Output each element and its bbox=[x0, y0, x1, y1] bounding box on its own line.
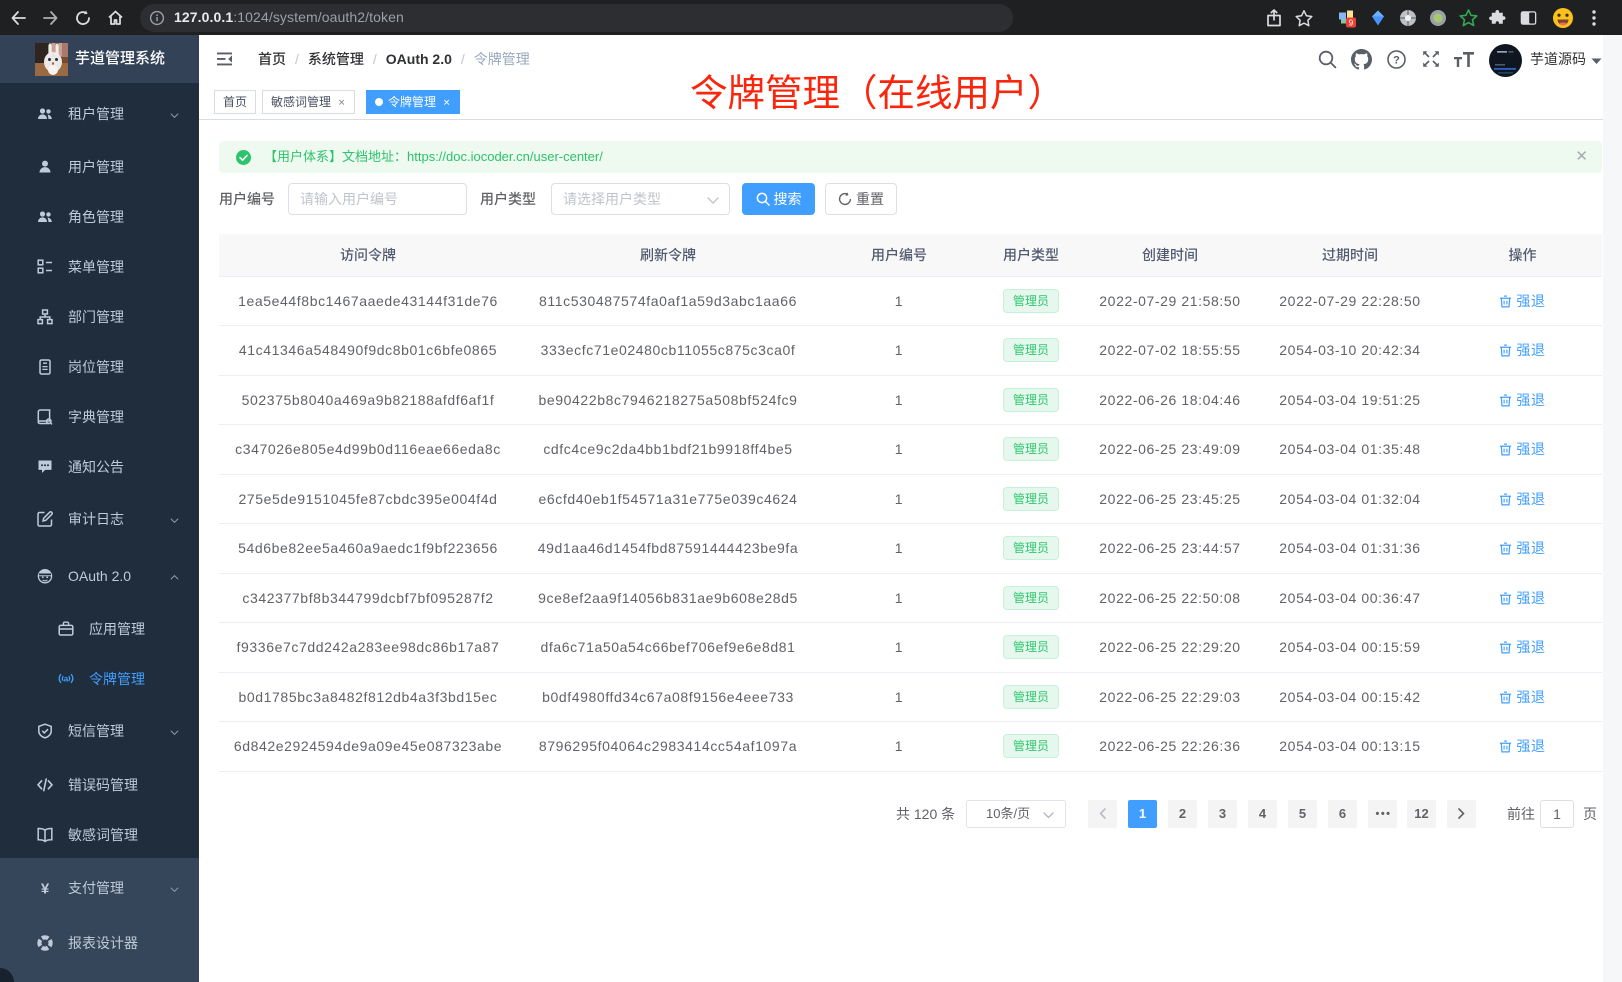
svg-text:?: ? bbox=[1393, 54, 1400, 66]
svg-text:a: a bbox=[64, 674, 69, 683]
svg-text:¥: ¥ bbox=[41, 880, 50, 896]
svg-text:9: 9 bbox=[1349, 18, 1354, 27]
